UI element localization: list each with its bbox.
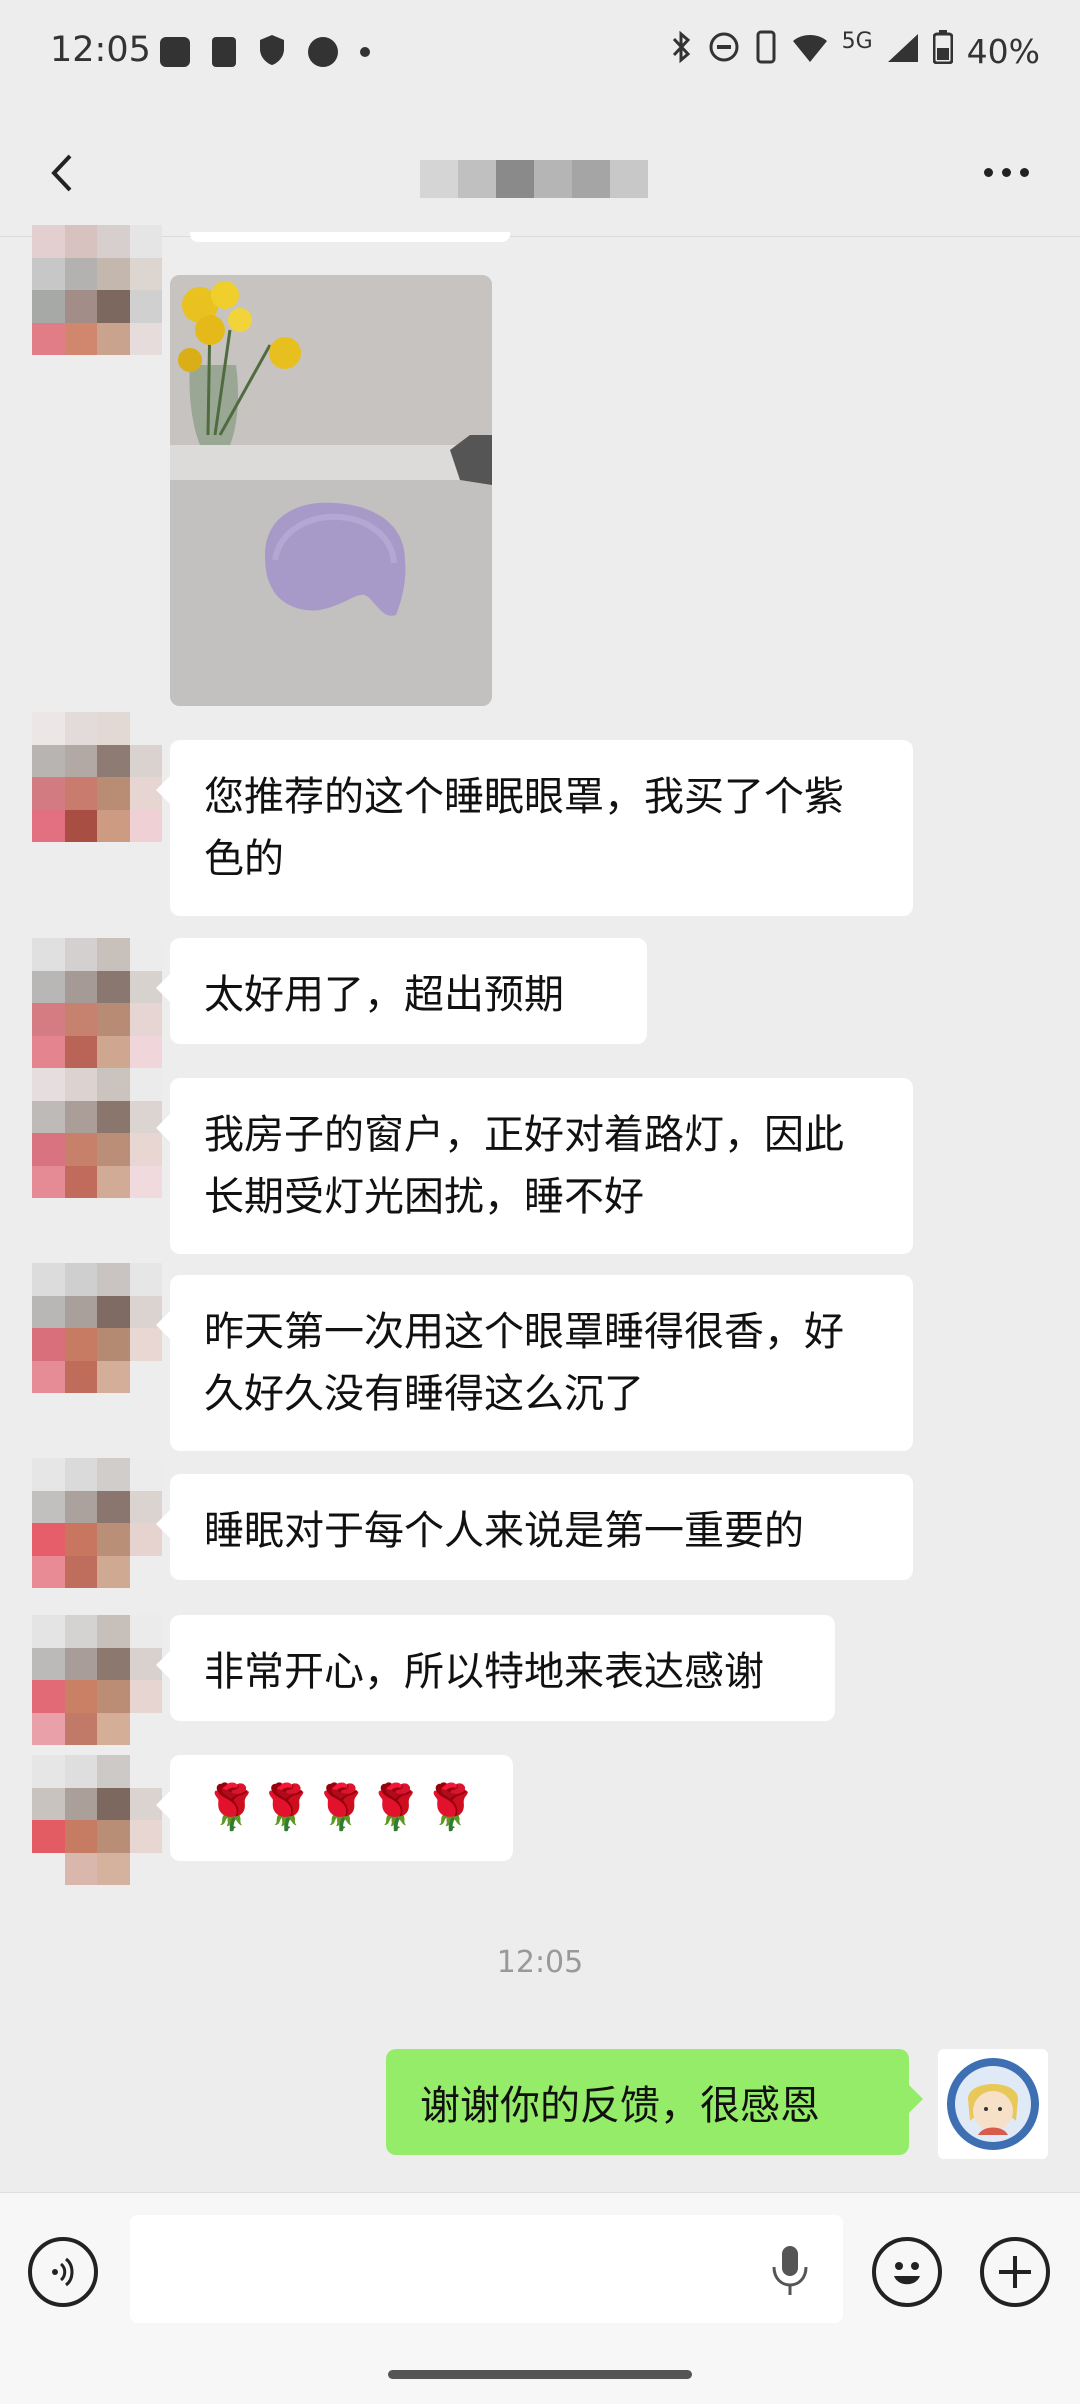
message-bubble[interactable]: 🌹🌹🌹🌹🌹: [156, 1755, 513, 1861]
notification-icons: [160, 34, 370, 70]
my-avatar[interactable]: [938, 2049, 1048, 2159]
shield-icon: [258, 34, 286, 70]
message-bubble[interactable]: 太好用了，超出预期: [156, 938, 647, 1044]
vibrate-icon: [754, 30, 778, 72]
my-message-bubble[interactable]: 谢谢你的反馈，很感恩: [386, 2049, 923, 2155]
emoji-icon[interactable]: [872, 2237, 942, 2307]
mail-icon: [160, 37, 190, 67]
avatar[interactable]: [32, 712, 162, 842]
message-input[interactable]: [130, 2215, 843, 2323]
dnd-icon: [708, 31, 740, 71]
status-bar: 12:05 5G 40%: [0, 0, 1080, 108]
message-text: 昨天第一次用这个眼罩睡得很香，好久好久没有睡得这么沉了: [204, 1309, 844, 1417]
battery-icon: [932, 30, 954, 72]
message-bubble[interactable]: 我房子的窗户，正好对着路灯，因此长期受灯光困扰，睡不好: [156, 1078, 913, 1254]
battery-percent: 40%: [966, 31, 1040, 71]
message-text: 太好用了，超出预期: [204, 972, 564, 1018]
more-dots-icon[interactable]: [984, 152, 1040, 192]
message-bubble[interactable]: 睡眠对于每个人来说是第一重要的: [156, 1474, 913, 1580]
calendar-icon: [308, 37, 338, 67]
wifi-icon: [792, 32, 828, 71]
timestamp: 12:05: [496, 1945, 584, 1980]
message-text: 🌹🌹🌹🌹🌹: [204, 1782, 478, 1833]
home-indicator[interactable]: [388, 2370, 692, 2379]
photo-yellow-flowers-purple-eye-mask: [170, 275, 492, 706]
message-text: 您推荐的这个睡眠眼罩，我买了个紫色的: [204, 774, 844, 882]
message-bubble[interactable]: 您推荐的这个睡眠眼罩，我买了个紫色的: [156, 740, 913, 916]
status-time: 12:05: [50, 30, 151, 70]
bluetooth-icon: [668, 30, 694, 72]
avatar[interactable]: [32, 1263, 162, 1393]
avatar[interactable]: [32, 1755, 162, 1885]
network-label: 5G: [841, 28, 873, 54]
message-text: 我房子的窗户，正好对着路灯，因此长期受灯光困扰，睡不好: [204, 1112, 844, 1220]
back-arrow-icon[interactable]: [40, 148, 90, 198]
chat-title-redacted: [420, 160, 648, 198]
voice-icon[interactable]: [28, 2237, 98, 2307]
chat-title-bar: [0, 108, 1080, 237]
microphone-icon[interactable]: [770, 2243, 810, 2301]
system-icons: 5G 40%: [668, 28, 1040, 72]
signal-icon: [887, 32, 919, 71]
message-bubble[interactable]: 非常开心，所以特地来表达感谢: [156, 1615, 835, 1721]
avatar[interactable]: [32, 1068, 162, 1198]
message-text: 睡眠对于每个人来说是第一重要的: [204, 1508, 804, 1554]
message-bubble[interactable]: 昨天第一次用这个眼罩睡得很香，好久好久没有睡得这么沉了: [156, 1275, 913, 1451]
avatar[interactable]: [32, 938, 162, 1068]
message-text: 谢谢你的反馈，很感恩: [420, 2083, 820, 2129]
dot-icon: [360, 47, 370, 57]
previous-message-fragment: [190, 232, 510, 242]
avatar[interactable]: [32, 1458, 162, 1588]
message-text: 非常开心，所以特地来表达感谢: [204, 1649, 764, 1695]
avatar[interactable]: [32, 225, 162, 355]
plus-icon[interactable]: [980, 2237, 1050, 2307]
avatar[interactable]: [32, 1615, 162, 1745]
image-message[interactable]: [170, 275, 492, 706]
phone-link-icon: [212, 37, 236, 67]
